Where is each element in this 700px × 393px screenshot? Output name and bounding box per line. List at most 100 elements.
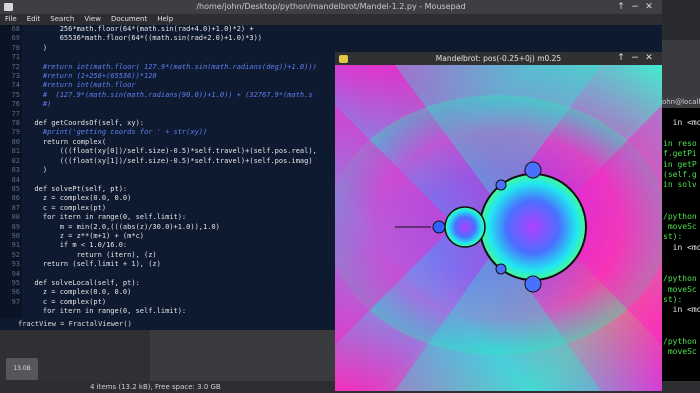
line-number: 82 (11, 156, 20, 165)
editor-titlebar[interactable]: /home/john/Desktop/python/mandelbrot/Man… (0, 0, 662, 14)
menu-edit[interactable]: Edit (22, 14, 46, 25)
line-number: 87 (11, 203, 20, 212)
terminal-title: john@localhost (660, 96, 700, 108)
code-line: 256*math.floor(64*(math.sin(rad+4.0)+1.0… (26, 25, 254, 33)
mousepad-app-icon (4, 3, 13, 11)
terminal-line: (self.g (663, 170, 697, 180)
line-number: 70 (11, 43, 20, 52)
code-line: def solveLocal(self, pt): (26, 278, 140, 287)
close-icon[interactable]: ✕ (642, 0, 656, 14)
line-number: 80 (11, 137, 20, 146)
minimize-icon[interactable]: − (628, 52, 642, 65)
terminal-line: moveSc (663, 346, 697, 356)
mandelbrot-title: Mandelbrot: pos(-0.25+0j) m0.25 (435, 54, 562, 63)
code-line: z = z**(m+1) + (m*c) (26, 231, 145, 240)
terminal-line: f.getPi (663, 149, 697, 159)
code-line: #return int(math.floor (26, 81, 136, 90)
minimize-icon[interactable]: − (628, 0, 642, 14)
terminal-line: moveSc (663, 222, 697, 232)
code-text-area[interactable]: 256*math.floor(64*(math.sin(rad+4.0)+1.0… (26, 25, 356, 317)
mandelbrot-titlebar[interactable]: Mandelbrot: pos(-0.25+0j) m0.25 ↑ − ✕ (335, 52, 662, 65)
editor-menubar: File Edit Search View Document Help (0, 14, 662, 25)
terminal-line: /python (663, 211, 697, 221)
line-number: 74 (11, 81, 20, 90)
line-number: 96 (11, 288, 20, 297)
terminal-line: st): (663, 294, 683, 304)
mandelbrot-window-controls: ↑ − ✕ (614, 52, 656, 65)
line-number: 77 (11, 109, 20, 118)
menu-view[interactable]: View (79, 14, 106, 25)
code-line: #return (1+256+(65536))*120 (26, 72, 157, 81)
terminal-line: in solv (663, 180, 697, 190)
maximize-icon[interactable]: ↑ (614, 0, 628, 14)
terminal-line: in getP (663, 159, 697, 169)
line-number: 97 (11, 297, 20, 306)
line-number: 79 (11, 128, 20, 137)
file-thumbnail-label: 13.0B (13, 365, 31, 372)
code-line: return (self.limit + 1), (z) (26, 260, 161, 269)
line-number: 94 (11, 269, 20, 278)
code-line: z = complex(0.0, 0.0) (26, 288, 132, 297)
terminal-line: in <mo (663, 305, 700, 315)
line-number: 85 (11, 184, 20, 193)
line-number: 78 (11, 119, 20, 128)
menu-file[interactable]: File (0, 14, 22, 25)
code-line-bottom[interactable]: fractView = FractalViewer() (0, 318, 336, 330)
code-line: m = min(2.0,(((abs(z)/30.0)+1.0)),1.0) (26, 222, 220, 231)
close-icon[interactable]: ✕ (642, 52, 656, 65)
line-number: 71 (11, 53, 20, 62)
line-number: 89 (11, 222, 20, 231)
terminal-line: /python (663, 274, 697, 284)
line-number: 69 (11, 34, 20, 43)
terminal-line: in <mo (663, 242, 700, 252)
line-number: 90 (11, 231, 20, 240)
code-line: return (itern), (z) (26, 250, 157, 259)
code-line: (((float(xy[1])/self.size)-0.5)*self.tra… (26, 156, 313, 165)
terminal-line: st): (663, 232, 683, 242)
code-line: c = complex(pt) (26, 203, 107, 212)
line-number: 76 (11, 100, 20, 109)
fractal-image (335, 65, 662, 391)
code-line: c = complex(pt) (26, 297, 107, 306)
python-app-icon (339, 55, 348, 63)
code-line: if m < 1.0/16.0: (26, 241, 128, 250)
line-number: 83 (11, 166, 20, 175)
code-line: ) (26, 166, 48, 175)
terminal-line: /python (663, 336, 697, 346)
menu-search[interactable]: Search (45, 14, 79, 25)
line-number: 73 (11, 72, 20, 81)
terminal-window[interactable]: john@localhost in <mo in resof.getPiin g… (660, 96, 700, 381)
code-line: (((float(xy[0])/self.size)-0.5)*self.tra… (26, 147, 317, 156)
code-line: #return int(math.floor( 127.9*(math.sin(… (26, 62, 317, 71)
mandelbrot-window: Mandelbrot: pos(-0.25+0j) m0.25 ↑ − ✕ (335, 52, 662, 391)
code-line: for itern in range(0, self.limit): (26, 307, 187, 316)
line-number: 72 (11, 62, 20, 71)
menu-help[interactable]: Help (152, 14, 178, 25)
code-line: 65536*math.floor(64*((math.sin(rad+2.0)+… (26, 34, 263, 43)
line-number: 91 (11, 241, 20, 250)
maximize-icon[interactable]: ↑ (614, 52, 628, 65)
code-line: # (127.9*(math.sin(math.radians(90.0))+1… (26, 90, 313, 99)
terminal-output: in <mo in reso f.getPi in getP (self.g in so… (663, 118, 700, 357)
terminal-line: moveSc (663, 284, 697, 294)
line-number: 93 (11, 260, 20, 269)
code-line: #print('getting coords for ' + str(xy)) (26, 128, 208, 137)
line-number: 68 (11, 25, 20, 33)
menu-document[interactable]: Document (106, 14, 152, 25)
line-numbers: 68 69 70 71 72 73 74 75 76 77 78 79 80 81 82 83 84 85 86 87… (0, 25, 20, 307)
file-thumbnail[interactable]: 13.0B (6, 358, 38, 380)
fractal-canvas[interactable] (335, 65, 662, 391)
code-line: z = complex(0.0, 0.0) (26, 194, 132, 203)
code-line: def getCoordsOf(self, xy): (26, 119, 145, 128)
